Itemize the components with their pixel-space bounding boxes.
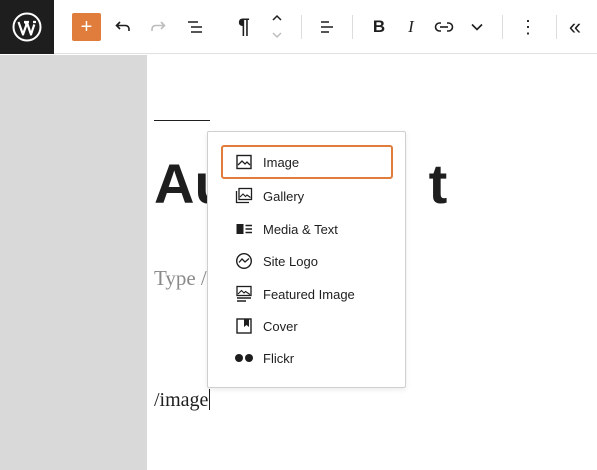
chevron-down-icon [471, 23, 483, 31]
top-toolbar: + ¶ B I ⋮ « [0, 0, 597, 54]
options-button[interactable]: ⋮ [513, 12, 543, 42]
undo-icon [115, 21, 130, 31]
image-icon [234, 152, 254, 172]
separator-block [154, 120, 210, 121]
list-view-icon [188, 21, 202, 33]
paragraph-icon: ¶ [238, 15, 250, 38]
chevron-up-down-icon [272, 14, 282, 39]
flickr-icon [234, 348, 254, 368]
bold-button[interactable]: B [364, 12, 394, 42]
redo-icon [151, 21, 166, 31]
redo-button[interactable] [143, 12, 173, 42]
list-view-button[interactable] [180, 12, 210, 42]
paragraph-placeholder[interactable]: Type / [154, 266, 207, 291]
divider [301, 15, 302, 39]
align-left-icon [321, 21, 333, 33]
divider [556, 15, 557, 39]
left-panel [0, 55, 147, 470]
menu-item-flickr[interactable]: Flickr [221, 341, 393, 375]
menu-item-media-text[interactable]: Media & Text [221, 212, 393, 246]
italic-button[interactable]: I [396, 12, 426, 42]
link-icon [434, 21, 454, 33]
align-button[interactable] [312, 12, 342, 42]
gallery-icon [234, 186, 254, 206]
divider [502, 15, 503, 39]
menu-item-site-logo[interactable]: Site Logo [221, 244, 393, 278]
plus-icon: + [80, 16, 93, 38]
undo-button[interactable] [108, 12, 138, 42]
menu-item-featured-image[interactable]: Featured Image [221, 277, 393, 311]
more-formats-button[interactable] [462, 12, 492, 42]
typed-command: /image [154, 389, 209, 411]
divider [352, 15, 353, 39]
cover-icon [234, 316, 254, 336]
featured-image-icon [234, 284, 254, 304]
menu-item-cover[interactable]: Cover [221, 309, 393, 343]
block-inserter-button[interactable]: + [72, 13, 101, 41]
menu-item-image[interactable]: Image [221, 145, 393, 179]
italic-icon: I [408, 17, 414, 36]
paragraph-block[interactable]: /image [154, 389, 211, 412]
site-logo-icon [234, 251, 254, 271]
more-vertical-icon: ⋮ [519, 16, 537, 37]
collapse-toolbar-button[interactable]: « [560, 12, 590, 42]
media-text-icon [234, 219, 254, 239]
menu-item-gallery[interactable]: Gallery [221, 179, 393, 213]
chevrons-left-icon: « [568, 14, 582, 39]
wordpress-logo-icon[interactable] [0, 0, 54, 54]
text-caret [209, 389, 211, 410]
paragraph-block-button[interactable]: ¶ [229, 12, 259, 42]
bold-icon: B [372, 17, 386, 36]
link-button[interactable] [429, 12, 459, 42]
block-autocomplete-popover: Image Gallery Media & Text Site Logo Fea… [207, 131, 406, 388]
move-up-down-button[interactable] [262, 10, 292, 44]
